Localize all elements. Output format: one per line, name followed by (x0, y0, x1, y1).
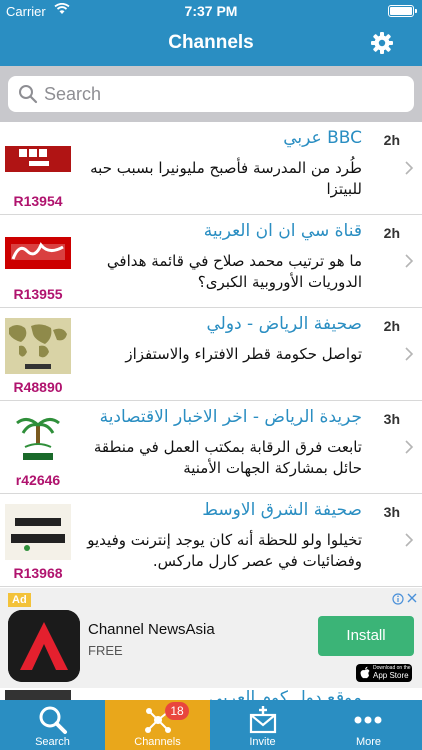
close-icon[interactable] (406, 592, 418, 604)
search-input[interactable] (44, 81, 404, 107)
search-bar (0, 66, 422, 122)
channel-list: R13954 BBC عربي طُرد من المدرسة فأصبح مل… (0, 122, 422, 588)
channel-logo (5, 318, 71, 374)
ad-app-name: Channel NewsAsia (88, 621, 215, 638)
headline: طُرد من المدرسة فأصبح مليونيرا بسبب حبه … (90, 159, 362, 198)
channel-name: جريدة الرياض - اخر الاخبار الاقتصادية (99, 407, 362, 427)
channel-code: r42646 (15, 472, 61, 488)
gear-icon[interactable] (370, 31, 394, 55)
channel-name: صحيفة الشرق الاوسط (202, 500, 362, 520)
channel-logo (5, 411, 71, 467)
tab-bar: Search 18 Channels Invite More (0, 700, 422, 750)
tab-more[interactable]: More (315, 700, 422, 750)
search-icon (19, 85, 38, 104)
search-icon (39, 706, 67, 734)
ad-banner[interactable]: Ad Channel NewsAsia FREE Install Downloa… (0, 588, 422, 688)
channel-logo (5, 504, 71, 560)
status-bar: Carrier 7:37 PM (0, 0, 422, 22)
chevron-right-icon (405, 440, 414, 454)
notification-badge: 18 (165, 702, 189, 720)
more-icon (354, 716, 382, 724)
list-item[interactable]: R13954 BBC عربي طُرد من المدرسة فأصبح مل… (0, 122, 422, 215)
list-item[interactable]: R13968 صحيفة الشرق الاوسط تخيلوا ولو للح… (0, 494, 422, 587)
channel-code: R13954 (13, 193, 63, 209)
chevron-right-icon (405, 254, 414, 268)
chevron-right-icon (405, 533, 414, 547)
timestamp: 2h (383, 132, 400, 148)
channel-name: صحيفة الرياض - دولي (206, 314, 362, 334)
ad-app-price: FREE (88, 643, 123, 658)
headline: تواصل حكومة قطر الافتراء والاستفزاز (125, 345, 362, 363)
channel-logo (5, 146, 71, 172)
app-store-big-text: App Store (373, 671, 409, 680)
channel-logo (5, 237, 71, 269)
tab-label: Invite (249, 736, 276, 748)
headline: تخيلوا ولو للحظة أنه كان يوجد إنترنت وفي… (87, 531, 362, 570)
invite-icon (249, 706, 277, 734)
timestamp: 3h (383, 504, 400, 520)
timestamp: 2h (383, 225, 400, 241)
channel-name: BBC عربي (283, 128, 362, 148)
headline: ما هو ترتيب محمد صلاح في قائمة هدافي الد… (106, 252, 362, 291)
navigation-bar: Carrier 7:37 PM Channels (0, 0, 422, 66)
status-time: 7:37 PM (184, 3, 238, 19)
page-title: Channels (168, 32, 254, 53)
tab-search[interactable]: Search (0, 700, 105, 750)
list-item[interactable]: R13955 قناة سي ان ان العربية ما هو ترتيب… (0, 215, 422, 308)
install-button[interactable]: Install (318, 616, 414, 656)
tab-invite[interactable]: Invite (210, 700, 315, 750)
channel-code: R48890 (13, 379, 63, 395)
channel-code: R13968 (13, 565, 63, 581)
chevron-right-icon (405, 347, 414, 361)
info-icon[interactable] (392, 593, 404, 605)
list-item[interactable]: R48890 صحيفة الرياض - دولي تواصل حكومة ق… (0, 308, 422, 401)
list-item[interactable]: r42646 جريدة الرياض - اخر الاخبار الاقتص… (0, 401, 422, 494)
tab-label: More (355, 736, 382, 748)
battery-icon (388, 5, 417, 17)
channel-name: قناة سي ان ان العربية (203, 221, 362, 241)
apple-icon (360, 666, 370, 679)
tab-label: Channels (134, 736, 181, 748)
channel-code: R13955 (13, 286, 63, 302)
ad-badge: Ad (8, 593, 31, 607)
app-store-badge[interactable]: Download on the App Store (356, 664, 412, 682)
tab-channels[interactable]: 18 Channels (105, 700, 210, 750)
timestamp: 2h (383, 318, 400, 334)
chevron-right-icon (405, 161, 414, 175)
timestamp: 3h (383, 411, 400, 427)
app-icon[interactable] (8, 610, 80, 682)
headline: تابعت فرق الرقابة بمكتب العمل في منطقة ح… (93, 438, 362, 477)
cna-logo-icon (8, 610, 80, 682)
search-box[interactable] (8, 76, 414, 112)
tab-label: Search (35, 736, 70, 748)
